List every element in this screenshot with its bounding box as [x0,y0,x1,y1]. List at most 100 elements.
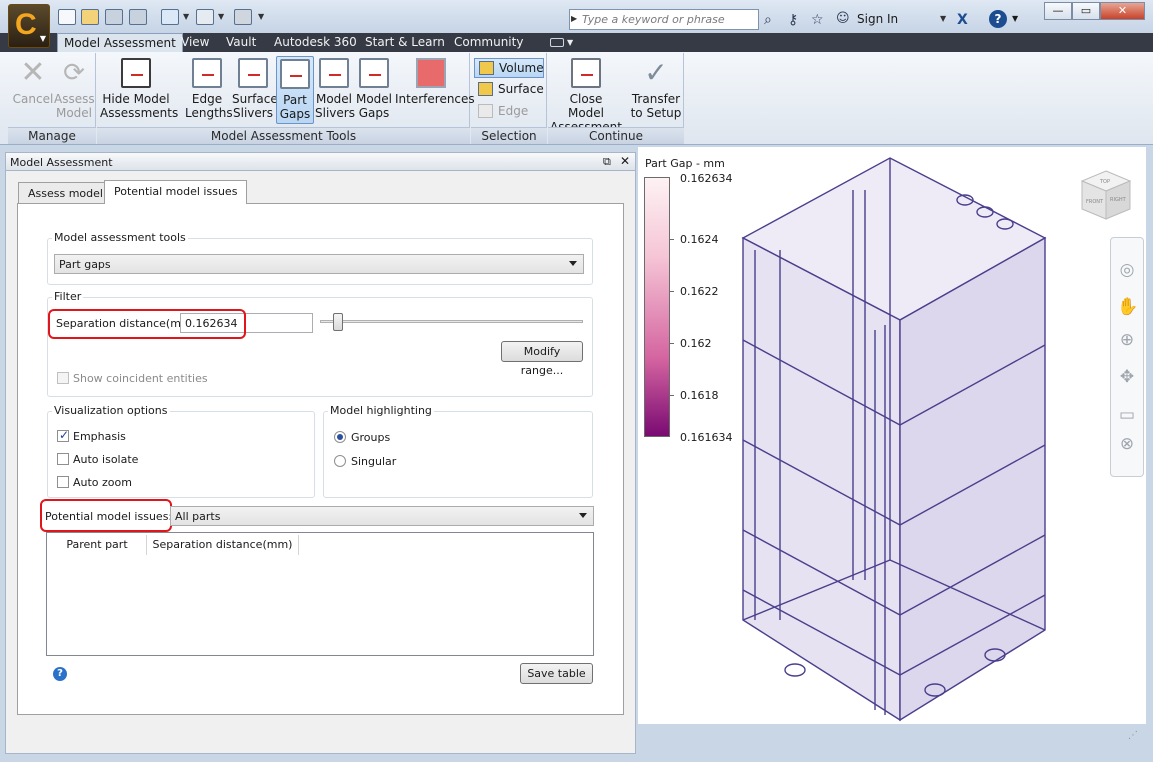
exchange-apps-icon[interactable]: X [957,12,968,28]
properties-icon[interactable] [234,9,252,25]
chevron-down-icon[interactable]: ▼ [183,13,190,21]
close-model-assessment-button[interactable]: Close Model Assessment [550,56,622,134]
tab-vault[interactable]: Vault [220,33,262,52]
modify-range-button[interactable]: Modify range... [501,341,583,377]
singular-radio[interactable] [334,455,346,467]
qat-customize-icon[interactable]: ▼ [258,13,265,21]
restore-button[interactable]: ▭ [1072,2,1100,20]
steering-wheel-icon[interactable]: ◎ [1117,260,1137,280]
emphasis-checkbox[interactable] [57,428,69,442]
parts-filter-value: All parts [175,510,221,523]
look-at-icon[interactable]: ▭ [1117,405,1137,425]
transfer-to-setup-button[interactable]: ✓ Transfer to Setup [630,56,682,124]
cancel-label: Cancel [12,92,54,106]
column-header-parent-part[interactable]: Parent part [48,535,147,555]
hide-model-assessments-button[interactable]: Hide Model Assessments [100,56,178,124]
tab-assess-model[interactable]: Assess model [18,182,113,203]
model-gaps-button[interactable]: Model Gaps [355,56,393,124]
volume-selection-button[interactable]: Volume [474,58,544,78]
legend-title: Part Gap - mm [645,157,725,170]
new-file-icon[interactable] [58,9,76,25]
part-gaps-button[interactable]: Part Gaps [276,56,314,124]
key-icon[interactable]: ⚷ [788,12,798,28]
singular-label: Singular [351,455,397,468]
view-cube-top-label: TOP [1099,179,1110,185]
show-coincident-checkbox[interactable] [57,372,69,384]
legend-tick [670,291,674,292]
show-motion-icon[interactable]: ⊗ [1117,434,1137,454]
edge-lengths-button[interactable]: Edge Lengths [185,56,233,124]
auto-isolate-checkbox[interactable] [57,453,69,465]
star-icon[interactable]: ☆ [811,12,824,28]
chevron-down-icon[interactable]: ▼ [940,14,946,23]
panel-title: Selection [471,127,547,144]
separation-slider-track[interactable] [320,320,583,323]
legend-value: 0.1622 [680,285,719,298]
close-icon: ✕ [20,55,46,90]
app-logo-icon: C [15,8,37,41]
edge-lengths-icon [192,58,222,88]
assess-label: Assess [54,92,95,106]
save-table-button[interactable]: Save table [520,663,593,684]
close-button[interactable]: ✕ [1100,2,1145,20]
cabinet-model[interactable] [735,150,1050,722]
application-menu-button[interactable]: C ▼ [8,4,50,48]
edge-selection-button[interactable]: Edge [474,102,544,122]
column-header-separation-distance[interactable]: Separation distance(mm) [147,535,299,555]
orbit-icon[interactable]: ✥ [1117,367,1137,387]
separation-slider-thumb[interactable] [332,313,343,331]
binoculars-icon[interactable]: ⌕ [764,12,772,28]
open-folder-icon[interactable] [81,9,99,25]
search-expand-icon[interactable]: ▶ [571,14,581,23]
tab-community[interactable]: Community [448,33,529,52]
tab-start-learn[interactable]: Start & Learn [359,33,451,52]
tool-select[interactable]: Part gaps [54,254,584,274]
legend-value: 0.1618 [680,389,719,402]
cabinet-wireframe [741,157,1047,722]
close-icon[interactable]: ✕ [620,154,630,168]
tab-model-assessment[interactable]: Model Assessment [57,33,183,52]
legend-value: 0.162 [680,337,712,350]
close-assessment-label: Close Model [567,92,605,120]
auto-zoom-checkbox[interactable] [57,476,69,488]
minimize-button[interactable]: — [1044,2,1072,20]
resize-grip-icon[interactable]: ⋰ [1128,730,1146,752]
zoom-icon[interactable]: ⊕ [1117,330,1137,350]
search-input[interactable]: Type a keyword or phrase [569,9,759,30]
surface-selection-button[interactable]: Surface [474,80,544,100]
tab-potential-model-issues[interactable]: Potential model issues [104,180,248,204]
legend-tick [670,239,674,240]
volume-label: Volume [499,61,544,75]
edge-label: Edge [191,92,223,106]
ribbon-minimize-icon[interactable] [550,38,564,47]
tab-autodesk-360[interactable]: Autodesk 360 [268,33,363,52]
parts-filter-select[interactable]: All parts [170,506,594,526]
help-icon[interactable]: ? [989,10,1007,28]
group-label: Visualization options [52,404,170,417]
cabinet-right-face [899,236,1046,722]
interferences-button[interactable]: Interferences [395,56,475,124]
brush-icon [121,58,151,88]
model-slivers-label: Slivers [315,106,355,120]
help-icon[interactable]: ? [53,667,67,681]
select-icon[interactable] [161,9,179,25]
assess-model-button[interactable]: ⟳ Assess Model [54,56,95,124]
shape-icon[interactable] [196,9,214,25]
float-window-icon[interactable]: ⧉ [603,155,611,169]
chevron-down-icon[interactable]: ▼ [218,13,225,21]
surface-label: Surface [498,82,544,96]
surface-slivers-button[interactable]: Surface Slivers [232,56,278,124]
groups-radio[interactable] [334,431,346,443]
chevron-down-icon[interactable]: ▼ [567,38,573,47]
save-all-icon[interactable] [129,9,147,25]
cancel-button[interactable]: ✕ Cancel [12,56,54,124]
save-icon[interactable] [105,9,123,25]
sign-in-link[interactable]: Sign In [857,12,898,26]
part-gaps-icon [280,59,310,89]
pan-hand-icon[interactable]: ✋ [1117,297,1138,317]
tool-select-value: Part gaps [59,258,111,271]
view-cube[interactable]: TOP FRONT RIGHT [1078,167,1134,223]
tab-view[interactable]: View [175,33,215,52]
model-slivers-button[interactable]: Model Slivers [315,56,355,124]
chevron-down-icon[interactable]: ▼ [1012,14,1018,23]
